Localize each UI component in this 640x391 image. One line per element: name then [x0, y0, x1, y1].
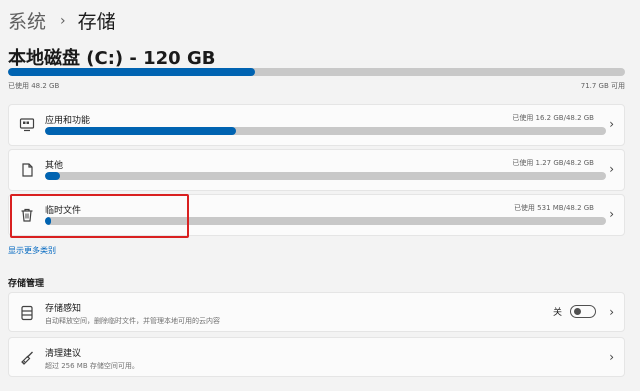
storage-sense-toggle[interactable] [570, 305, 596, 318]
page-title: 存储 [77, 11, 116, 33]
chevron-right-icon: › [609, 117, 614, 131]
drive-usage-bar [8, 68, 625, 76]
chevron-right-icon: › [609, 207, 614, 221]
drive-used-label: 已使用 48.2 GB [8, 82, 60, 90]
cleanup-recommendations-label: 清理建议 [45, 349, 82, 359]
show-more-categories-link[interactable]: 显示更多类别 [8, 245, 56, 256]
category-other[interactable]: 其他 已使用 1.27 GB/48.2 GB › [8, 149, 625, 191]
storage-sense-label: 存储感知 [45, 304, 82, 314]
chevron-right-icon: › [609, 305, 614, 319]
storage-sense-toggle-group: 关 [553, 305, 596, 318]
toggle-knob [574, 308, 581, 315]
category-usage: 已使用 16.2 GB/48.2 GB [512, 114, 594, 122]
drive-usage-fill [8, 68, 255, 76]
drive-free-label: 71.7 GB 可用 [580, 82, 625, 90]
document-icon [19, 162, 35, 178]
category-label: 应用和功能 [45, 116, 91, 126]
storage-sense-item[interactable]: 存储感知 自动释放空间，删除临时文件，并管理本地可用的云内容 关 › [8, 292, 625, 332]
chevron-right-icon: › [60, 12, 66, 29]
section-title-storage-management: 存储管理 [8, 279, 45, 289]
category-usage: 已使用 1.27 GB/48.2 GB [512, 159, 594, 167]
drive-title: 本地磁盘 (C:) - 120 GB [8, 48, 216, 69]
category-usage-bar [45, 127, 606, 135]
toggle-state-label: 关 [552, 308, 562, 318]
category-apps[interactable]: 应用和功能 已使用 16.2 GB/48.2 GB › [8, 104, 625, 146]
broom-icon [19, 350, 35, 366]
cleanup-recommendations-item[interactable]: 清理建议 超过 256 MB 存储空间可用。 › [8, 337, 625, 377]
category-usage-fill [45, 127, 236, 135]
category-label: 其他 [45, 161, 64, 171]
cleanup-recommendations-description: 超过 256 MB 存储空间可用。 [45, 362, 139, 370]
category-usage: 已使用 531 MB/48.2 GB [513, 204, 594, 212]
chevron-right-icon: › [609, 350, 614, 364]
category-usage-fill [45, 172, 60, 180]
storage-sense-description: 自动释放空间，删除临时文件，并管理本地可用的云内容 [45, 317, 220, 325]
breadcrumb: 系统 › 存储 [8, 7, 116, 34]
category-usage-bar [45, 172, 606, 180]
breadcrumb-parent[interactable]: 系统 [8, 7, 46, 34]
highlight-annotation [10, 194, 189, 238]
storage-sense-icon [19, 305, 35, 321]
apps-icon [19, 117, 35, 133]
chevron-right-icon: › [609, 162, 614, 176]
